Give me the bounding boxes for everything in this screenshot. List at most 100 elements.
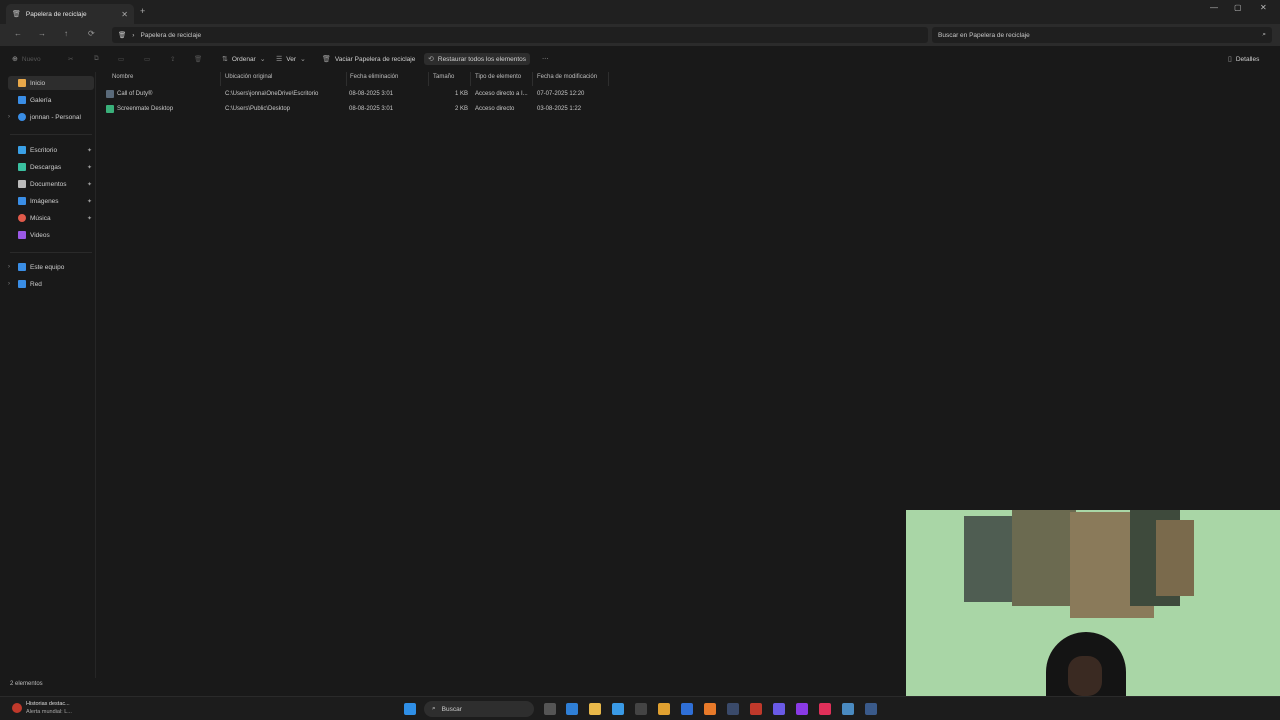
app-icon[interactable] [750, 703, 762, 715]
plus-icon: ⊕ [12, 56, 18, 63]
new-label: Nuevo [21, 55, 41, 63]
search-icon: ⌕ [1262, 31, 1266, 38]
network-icon [18, 280, 26, 288]
column-divider[interactable] [346, 72, 347, 86]
task-view-icon[interactable] [544, 703, 556, 715]
edge-browser-icon[interactable] [612, 703, 624, 715]
app-icon[interactable] [704, 703, 716, 715]
cut-button[interactable]: ✂ [68, 55, 73, 63]
store-icon[interactable] [635, 703, 647, 715]
sidebar-item-desktop[interactable]: Escritorio ✦ [8, 143, 94, 157]
recycle-bin-icon: 🗑 [12, 11, 21, 18]
close-tab-icon[interactable]: ✕ [121, 10, 128, 19]
column-header-date-deleted[interactable]: Fecha eliminación [350, 74, 398, 80]
restore-all-button[interactable]: ⟲ Restaurar todos los elementos [424, 53, 531, 65]
column-divider[interactable] [608, 72, 609, 86]
column-header-size[interactable]: Tamaño [433, 74, 454, 80]
row-size: 1 KB [455, 91, 469, 97]
rename-button[interactable]: ▭ [144, 55, 150, 63]
new-tab-button[interactable]: + [140, 6, 145, 16]
up-button[interactable]: ↑ [64, 29, 68, 38]
app-icon[interactable] [819, 703, 831, 715]
gallery-icon [18, 96, 26, 104]
sort-button[interactable]: ⇅ Ordenar ⌄ [222, 55, 266, 64]
view-button[interactable]: ☰ Ver ⌄ [276, 55, 306, 64]
steam-icon[interactable] [727, 703, 739, 715]
close-window-button[interactable]: ✕ [1260, 3, 1267, 12]
column-header-original-location[interactable]: Ubicación original [225, 74, 272, 80]
column-divider[interactable] [220, 72, 221, 86]
sidebar-item-label: Descargas [30, 163, 62, 171]
app-icon[interactable] [796, 703, 808, 715]
expand-chevron-icon[interactable]: › [8, 264, 14, 270]
start-icon[interactable] [404, 703, 416, 715]
row-location: C:\Users\jonna\OneDrive\Escritorio [225, 91, 319, 97]
sidebar-item-network[interactable]: › Red [8, 277, 94, 291]
maximize-button[interactable]: ▢ [1234, 3, 1242, 12]
row-date-deleted: 08-08-2025 3:01 [349, 91, 394, 97]
sidebar-item-onedrive[interactable]: › jonnan - Personal [8, 110, 94, 124]
sidebar-item-label: Inicio [30, 79, 46, 87]
sidebar-item-this-pc[interactable]: › Este equipo [8, 260, 94, 274]
file-explorer-icon[interactable] [589, 703, 601, 715]
expand-chevron-icon[interactable]: › [8, 114, 14, 120]
details-button[interactable]: ▯ Detalles [1228, 55, 1259, 64]
edge-icon[interactable] [566, 703, 578, 715]
refresh-button[interactable]: ⟳ [88, 29, 95, 38]
wall-poster [1156, 520, 1194, 596]
widget-subtitle: Alerta mundial: L... [26, 709, 72, 715]
taskbar-search-label: Buscar [441, 705, 462, 713]
column-divider[interactable] [470, 72, 471, 86]
delete-button[interactable]: 🗑 [194, 55, 202, 63]
shortcut-icon [106, 105, 114, 113]
column-header-date-modified[interactable]: Fecha de modificación [537, 74, 597, 80]
news-icon [12, 703, 22, 713]
documents-icon [18, 180, 26, 188]
sidebar-item-pictures[interactable]: Imágenes ✦ [8, 194, 94, 208]
address-bar[interactable]: 🗑 › Papelera de reciclaje [112, 27, 928, 43]
chevron-down-icon: ⌄ [259, 56, 266, 63]
more-options-button[interactable]: ··· [542, 55, 549, 62]
wall-poster [1012, 510, 1076, 606]
sidebar-item-home[interactable]: Inicio [8, 76, 94, 90]
back-button[interactable]: ← [14, 29, 22, 38]
sort-label: Ordenar [231, 55, 256, 63]
table-row[interactable]: Screenmate Desktop C:\Users\Public\Deskt… [104, 103, 704, 117]
column-header-item-type[interactable]: Tipo de elemento [475, 74, 521, 80]
share-button[interactable]: ⇪ [170, 55, 175, 63]
expand-chevron-icon[interactable]: › [8, 281, 14, 287]
sidebar-item-gallery[interactable]: Galería [8, 93, 94, 107]
column-divider[interactable] [532, 72, 533, 86]
sidebar-item-videos[interactable]: Videos [8, 228, 94, 242]
paste-button[interactable]: ▭ [118, 55, 124, 63]
breadcrumb-chevron-icon[interactable]: › [132, 32, 134, 39]
app-icon[interactable] [842, 703, 854, 715]
news-widget[interactable]: Historias destac... Alerta mundial: L... [10, 701, 90, 717]
new-button[interactable]: ⊕ Nuevo [12, 55, 41, 64]
this-pc-icon [18, 263, 26, 271]
sidebar-item-music[interactable]: Música ✦ [8, 211, 94, 225]
column-header-name[interactable]: Nombre [112, 74, 133, 80]
minimize-button[interactable]: — [1210, 3, 1218, 12]
breadcrumb-recycle-bin[interactable]: Papelera de reciclaje [140, 32, 201, 39]
sidebar-item-downloads[interactable]: Descargas ✦ [8, 160, 94, 174]
sidebar-item-documents[interactable]: Documentos ✦ [8, 177, 94, 191]
row-date-deleted: 08-08-2025 3:01 [349, 106, 394, 112]
table-row[interactable]: Call of Duty® C:\Users\jonna\OneDrive\Es… [104, 88, 704, 102]
view-label: Ver [286, 55, 297, 63]
sidebar-item-label: Red [30, 280, 42, 288]
app-icon[interactable] [865, 703, 877, 715]
desktop-icon [18, 146, 26, 154]
copy-button[interactable]: ⧉ [94, 55, 99, 63]
empty-recycle-bin-button[interactable]: 🗑 Vaciar Papelera de reciclaje [322, 55, 415, 64]
column-divider[interactable] [428, 72, 429, 86]
app-icon[interactable] [773, 703, 785, 715]
tab-recycle-bin[interactable]: 🗑 Papelera de reciclaje ✕ [6, 4, 134, 24]
chrome-icon[interactable] [658, 703, 670, 715]
outlook-icon[interactable] [681, 703, 693, 715]
rename-icon: ▭ [144, 56, 151, 63]
forward-button[interactable]: → [38, 29, 46, 38]
taskbar-search[interactable]: ⌕ Buscar [424, 701, 534, 717]
search-input[interactable]: Buscar en Papelera de reciclaje ⌕ [932, 27, 1272, 43]
sort-icon: ⇅ [222, 56, 228, 63]
